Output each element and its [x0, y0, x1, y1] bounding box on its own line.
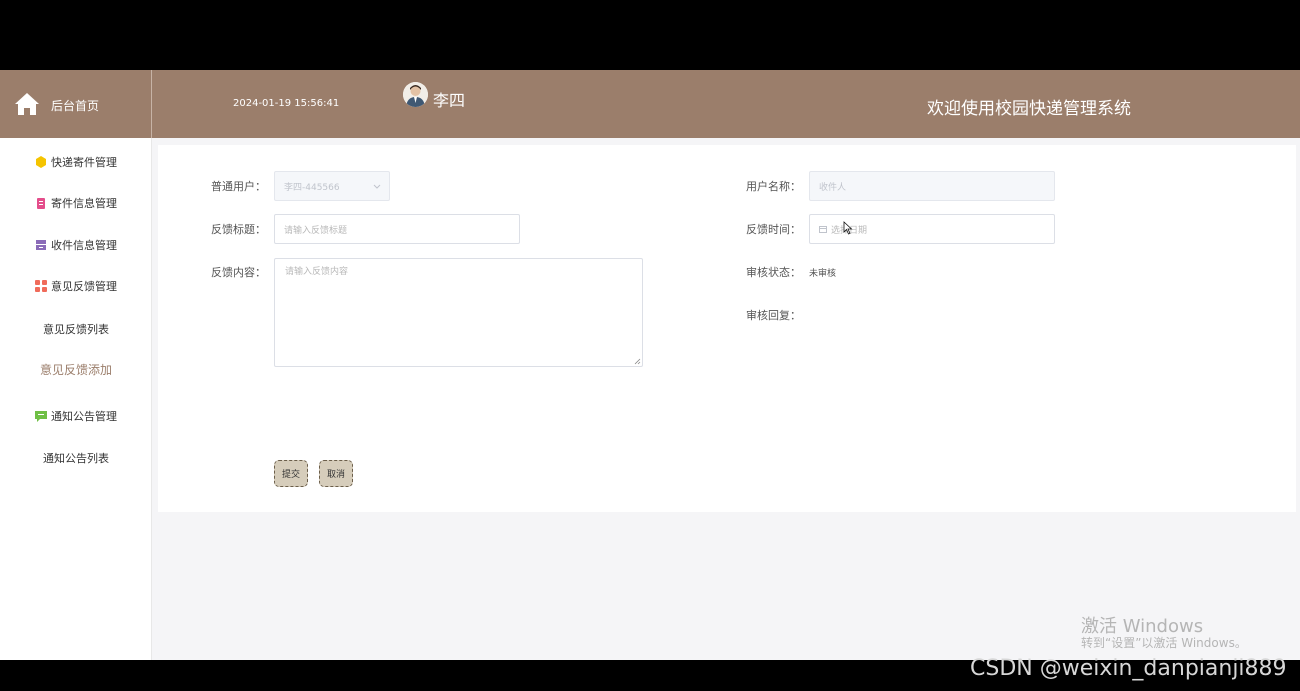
grid-icon — [35, 280, 47, 292]
feedback-title-input[interactable]: 请输入反馈标题 — [274, 214, 520, 244]
home-label: 后台首页 — [51, 99, 100, 113]
user-label: 普通用户： — [211, 180, 266, 193]
current-username: 李四 — [433, 91, 466, 110]
time-label: 反馈时间： — [746, 223, 801, 236]
username-label: 用户名称： — [746, 180, 801, 193]
top-header: 后台首页 2024-01-19 15:56:41 李四 欢迎使用校园快递管理系统 — [0, 70, 1300, 138]
avatar[interactable] — [403, 82, 428, 107]
chevron-down-icon — [373, 184, 381, 189]
username-input[interactable]: 收件人 — [809, 171, 1055, 201]
sidebar-item-express-send[interactable]: 快递寄件管理 — [0, 154, 152, 170]
mouse-cursor-icon — [843, 221, 853, 235]
status-label: 审核状态： — [746, 266, 801, 279]
windows-activation-subtitle: 转到“设置”以激活 Windows。 — [1081, 636, 1247, 650]
sidebar-item-feedback-list[interactable]: 意见反馈列表 — [0, 321, 152, 337]
sidebar-item-notice-list[interactable]: 通知公告列表 — [0, 450, 152, 466]
status-value: 未审核 — [809, 269, 837, 279]
clipboard-icon — [37, 198, 45, 209]
app-window: 后台首页 2024-01-19 15:56:41 李四 欢迎使用校园快递管理系统… — [0, 70, 1300, 660]
title-label: 反馈标题： — [211, 223, 266, 236]
system-welcome-title: 欢迎使用校园快递管理系统 — [927, 99, 1131, 119]
feedback-form-panel: 普通用户： 李四-445566 反馈标题： 请输入反馈标题 反馈内容： 请输入反… — [158, 145, 1296, 512]
home-icon — [15, 93, 39, 115]
feedback-content-textarea[interactable]: 请输入反馈内容 — [274, 258, 643, 367]
sidebar-item-receive-info[interactable]: 收件信息管理 — [0, 237, 152, 253]
feedback-date-picker[interactable]: 选择日期 — [809, 214, 1055, 244]
current-datetime: 2024-01-19 15:56:41 — [233, 98, 340, 109]
submit-button[interactable]: 提交 — [274, 460, 308, 487]
calendar-icon — [819, 226, 827, 233]
content-label: 反馈内容： — [211, 266, 266, 279]
sidebar-item-notice-manage[interactable]: 通知公告管理 — [0, 408, 152, 424]
sidebar: 快递寄件管理 寄件信息管理 收件信息管理 意见反馈管理 意见反馈列表 意见反馈添… — [0, 138, 152, 660]
sidebar-item-send-info[interactable]: 寄件信息管理 — [0, 195, 152, 211]
sidebar-item-feedback-add[interactable]: 意见反馈添加 — [0, 361, 152, 378]
user-select[interactable]: 李四-445566 — [274, 171, 390, 201]
sidebar-item-feedback-manage[interactable]: 意见反馈管理 — [0, 278, 152, 294]
reply-label: 审核回复： — [746, 309, 801, 322]
csdn-watermark: CSDN @weixin_danpianji889 — [970, 656, 1287, 681]
archive-box-icon — [36, 240, 46, 250]
cube-icon — [36, 156, 46, 168]
user-avatar-icon — [403, 82, 428, 107]
resize-handle-icon[interactable] — [634, 358, 641, 365]
message-icon — [35, 411, 47, 422]
home-link[interactable]: 后台首页 — [0, 70, 152, 138]
cancel-button[interactable]: 取消 — [319, 460, 353, 487]
